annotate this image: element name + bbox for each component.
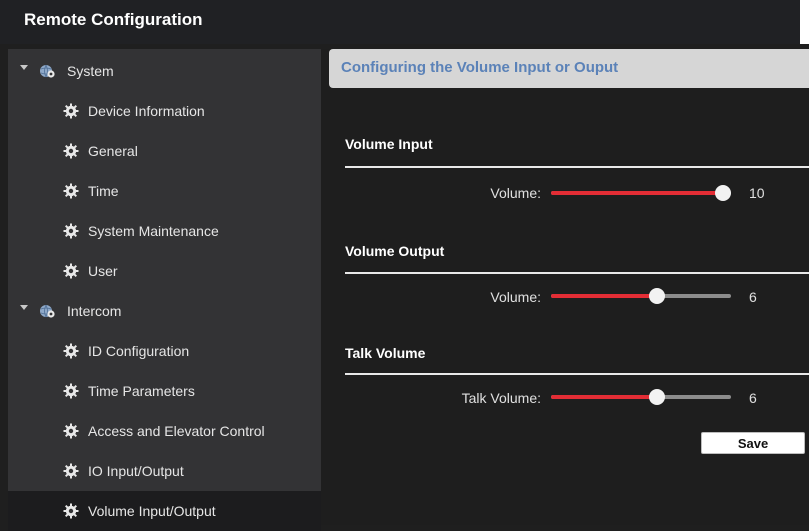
section-divider bbox=[345, 166, 809, 168]
chevron-down-icon[interactable] bbox=[20, 65, 28, 70]
sidebar-item-label: Time bbox=[88, 183, 119, 199]
globe-gear-icon bbox=[39, 64, 55, 79]
volume-input-value: 10 bbox=[749, 185, 765, 201]
page-header: Configuring the Volume Input or Ouput bbox=[329, 49, 809, 88]
sidebar-item-system-maintenance[interactable]: System Maintenance bbox=[8, 211, 321, 251]
slider-fill bbox=[551, 395, 658, 399]
slider-fill bbox=[551, 191, 723, 195]
sidebar-item-label: Device Information bbox=[88, 103, 205, 119]
sidebar-item-label: General bbox=[88, 143, 138, 159]
gear-icon bbox=[63, 423, 79, 439]
slider-fill bbox=[551, 294, 658, 298]
gear-icon bbox=[63, 383, 79, 399]
slider-thumb[interactable] bbox=[715, 185, 731, 201]
window-edge bbox=[800, 0, 809, 44]
sidebar-item-id-configuration[interactable]: ID Configuration bbox=[8, 331, 321, 371]
main-panel: Configuring the Volume Input or Ouput Vo… bbox=[321, 49, 809, 525]
gear-icon bbox=[63, 263, 79, 279]
talk-volume-value: 6 bbox=[749, 390, 757, 406]
sidebar-item-label: Time Parameters bbox=[88, 383, 195, 399]
gear-icon bbox=[63, 503, 79, 519]
volume-output-label: Volume: bbox=[490, 289, 541, 305]
sidebar-item-label: Access and Elevator Control bbox=[88, 423, 265, 439]
volume-input-slider[interactable] bbox=[551, 183, 731, 203]
talk-volume-label: Talk Volume: bbox=[461, 390, 541, 406]
chevron-down-icon[interactable] bbox=[20, 305, 28, 310]
section-title-talk-volume: Talk Volume bbox=[345, 345, 426, 361]
sidebar-item-io-input-output[interactable]: IO Input/Output bbox=[8, 451, 321, 491]
slider-thumb[interactable] bbox=[649, 389, 666, 405]
sidebar-item-label: ID Configuration bbox=[88, 343, 190, 359]
globe-gear-icon bbox=[39, 304, 55, 319]
volume-output-slider[interactable] bbox=[551, 286, 731, 306]
volume-input-label: Volume: bbox=[490, 185, 541, 201]
section-divider bbox=[345, 272, 809, 274]
sidebar-item-device-information[interactable]: Device Information bbox=[8, 91, 321, 131]
gear-icon bbox=[63, 143, 79, 159]
tree-group-intercom[interactable]: Intercom bbox=[8, 291, 321, 331]
section-divider bbox=[345, 373, 809, 375]
gear-icon bbox=[63, 463, 79, 479]
sidebar-item-time[interactable]: Time bbox=[8, 171, 321, 211]
tree-group-label: Intercom bbox=[67, 303, 122, 319]
sidebar-item-label: System Maintenance bbox=[88, 223, 219, 239]
window-title: Remote Configuration bbox=[24, 10, 203, 29]
gear-icon bbox=[63, 103, 79, 119]
slider-thumb[interactable] bbox=[649, 288, 666, 304]
tree-group-system[interactable]: System bbox=[8, 51, 321, 91]
volume-output-value: 6 bbox=[749, 289, 757, 305]
tree-group-label: System bbox=[67, 63, 114, 79]
gear-icon bbox=[63, 343, 79, 359]
sidebar-item-volume-input-output[interactable]: Volume Input/Output bbox=[8, 491, 321, 531]
section-title-volume-input: Volume Input bbox=[345, 136, 433, 152]
sidebar-item-general[interactable]: General bbox=[8, 131, 321, 171]
sidebar-item-time-parameters[interactable]: Time Parameters bbox=[8, 371, 321, 411]
sidebar-item-access-elevator-control[interactable]: Access and Elevator Control bbox=[8, 411, 321, 451]
sidebar-item-label: Volume Input/Output bbox=[88, 503, 216, 519]
title-bar: Remote Configuration bbox=[0, 0, 809, 44]
sidebar-item-user[interactable]: User bbox=[8, 251, 321, 291]
save-button[interactable]: Save bbox=[701, 432, 805, 454]
talk-volume-slider[interactable] bbox=[551, 387, 731, 407]
gear-icon bbox=[63, 223, 79, 239]
page-title: Configuring the Volume Input or Ouput bbox=[341, 59, 619, 76]
gear-icon bbox=[63, 183, 79, 199]
sidebar-item-label: User bbox=[88, 263, 118, 279]
sidebar-item-label: IO Input/Output bbox=[88, 463, 184, 479]
section-title-volume-output: Volume Output bbox=[345, 243, 445, 259]
sidebar: System Device Information General Time S… bbox=[8, 49, 321, 531]
